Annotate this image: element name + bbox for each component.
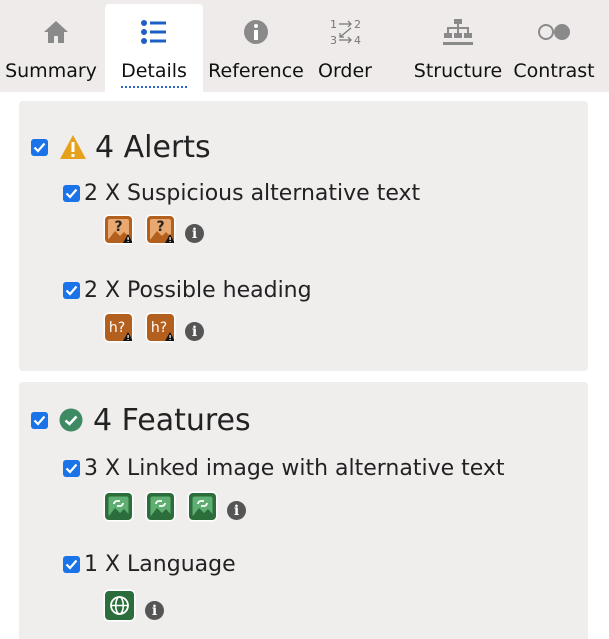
- alert-item-suspicious-alt: 2 X Suspicious alternative text: [63, 178, 420, 208]
- alert-item-possible-heading: 2 X Possible heading: [63, 275, 312, 305]
- possible-heading-checkbox[interactable]: [63, 281, 80, 299]
- language-icons: i: [105, 591, 164, 620]
- badge-glyph: ?: [156, 219, 164, 235]
- tab-contrast[interactable]: Contrast: [513, 4, 595, 90]
- order-icon-digit: 3: [330, 34, 337, 47]
- possible-heading-icons: h? h? i: [105, 314, 204, 341]
- possible-heading-info-icon[interactable]: i: [185, 322, 204, 341]
- linked-image-icon[interactable]: [147, 493, 174, 520]
- order-icon-digit: 2: [354, 18, 361, 31]
- tab-bar: Summary Details Reference 1 2 3 4 Order …: [0, 0, 609, 92]
- tab-label: Structure: [413, 60, 503, 82]
- warning-triangle-icon: [59, 134, 87, 160]
- suspicious-alt-text-icon[interactable]: ?: [147, 216, 174, 243]
- alerts-checkbox[interactable]: [31, 138, 48, 156]
- suspicious-alt-icons: ? ? i: [105, 216, 204, 243]
- language-checkbox[interactable]: [63, 555, 80, 573]
- tab-order[interactable]: 1 2 3 4 Order: [312, 4, 378, 90]
- features-panel: 4 Features 3 X Linked image with alterna…: [19, 382, 588, 639]
- possible-heading-icon[interactable]: h?: [147, 314, 174, 341]
- info-icon: [212, 14, 300, 50]
- order-icon: 1 2 3 4: [312, 14, 378, 50]
- linked-image-icons: i: [105, 493, 246, 520]
- tab-summary[interactable]: Summary: [5, 4, 97, 90]
- tab-label: Reference: [208, 60, 304, 82]
- linked-image-info-icon[interactable]: i: [227, 501, 246, 520]
- linked-image-icon[interactable]: [189, 493, 216, 520]
- feature-item-language: 1 X Language: [63, 549, 236, 579]
- tab-reference[interactable]: Reference: [208, 4, 304, 90]
- suspicious-alt-text-icon[interactable]: ?: [105, 216, 132, 243]
- language-label: 1 X Language: [84, 551, 236, 577]
- features-checkbox[interactable]: [31, 411, 48, 429]
- tab-label: Contrast: [513, 60, 595, 82]
- contrast-icon: [514, 14, 594, 50]
- order-icon-digit: 1: [330, 18, 337, 31]
- alerts-group-header: 4 Alerts: [31, 127, 211, 167]
- tab-label: Details: [121, 60, 187, 88]
- possible-heading-label: 2 X Possible heading: [84, 277, 312, 303]
- features-group-header: 4 Features: [31, 400, 251, 440]
- home-icon: [20, 14, 92, 50]
- alerts-panel: 4 Alerts 2 X Suspicious alternative text…: [19, 101, 588, 371]
- check-circle-icon: [59, 408, 83, 432]
- language-globe-icon[interactable]: [105, 591, 134, 620]
- structure-icon: [410, 14, 506, 50]
- suspicious-alt-checkbox[interactable]: [63, 184, 80, 202]
- tab-details[interactable]: Details: [105, 4, 203, 92]
- tab-label: Summary: [5, 60, 97, 82]
- linked-image-icon[interactable]: [105, 493, 132, 520]
- badge-glyph: ?: [114, 219, 122, 235]
- features-title: 4 Features: [93, 402, 251, 438]
- tab-label: Order: [318, 60, 372, 82]
- list-icon: [105, 14, 203, 50]
- badge-glyph: h?: [109, 320, 125, 336]
- suspicious-alt-info-icon[interactable]: i: [185, 224, 204, 243]
- order-icon-digit: 4: [354, 34, 361, 47]
- feature-item-linked-image: 3 X Linked image with alternative text: [63, 453, 505, 483]
- suspicious-alt-label: 2 X Suspicious alternative text: [84, 180, 421, 206]
- alerts-title: 4 Alerts: [95, 129, 211, 165]
- badge-glyph: h?: [151, 320, 167, 336]
- language-info-icon[interactable]: i: [145, 601, 164, 620]
- possible-heading-icon[interactable]: h?: [105, 314, 132, 341]
- linked-image-checkbox[interactable]: [63, 459, 80, 477]
- tab-structure[interactable]: Structure: [410, 4, 506, 90]
- linked-image-label: 3 X Linked image with alternative text: [84, 455, 505, 481]
